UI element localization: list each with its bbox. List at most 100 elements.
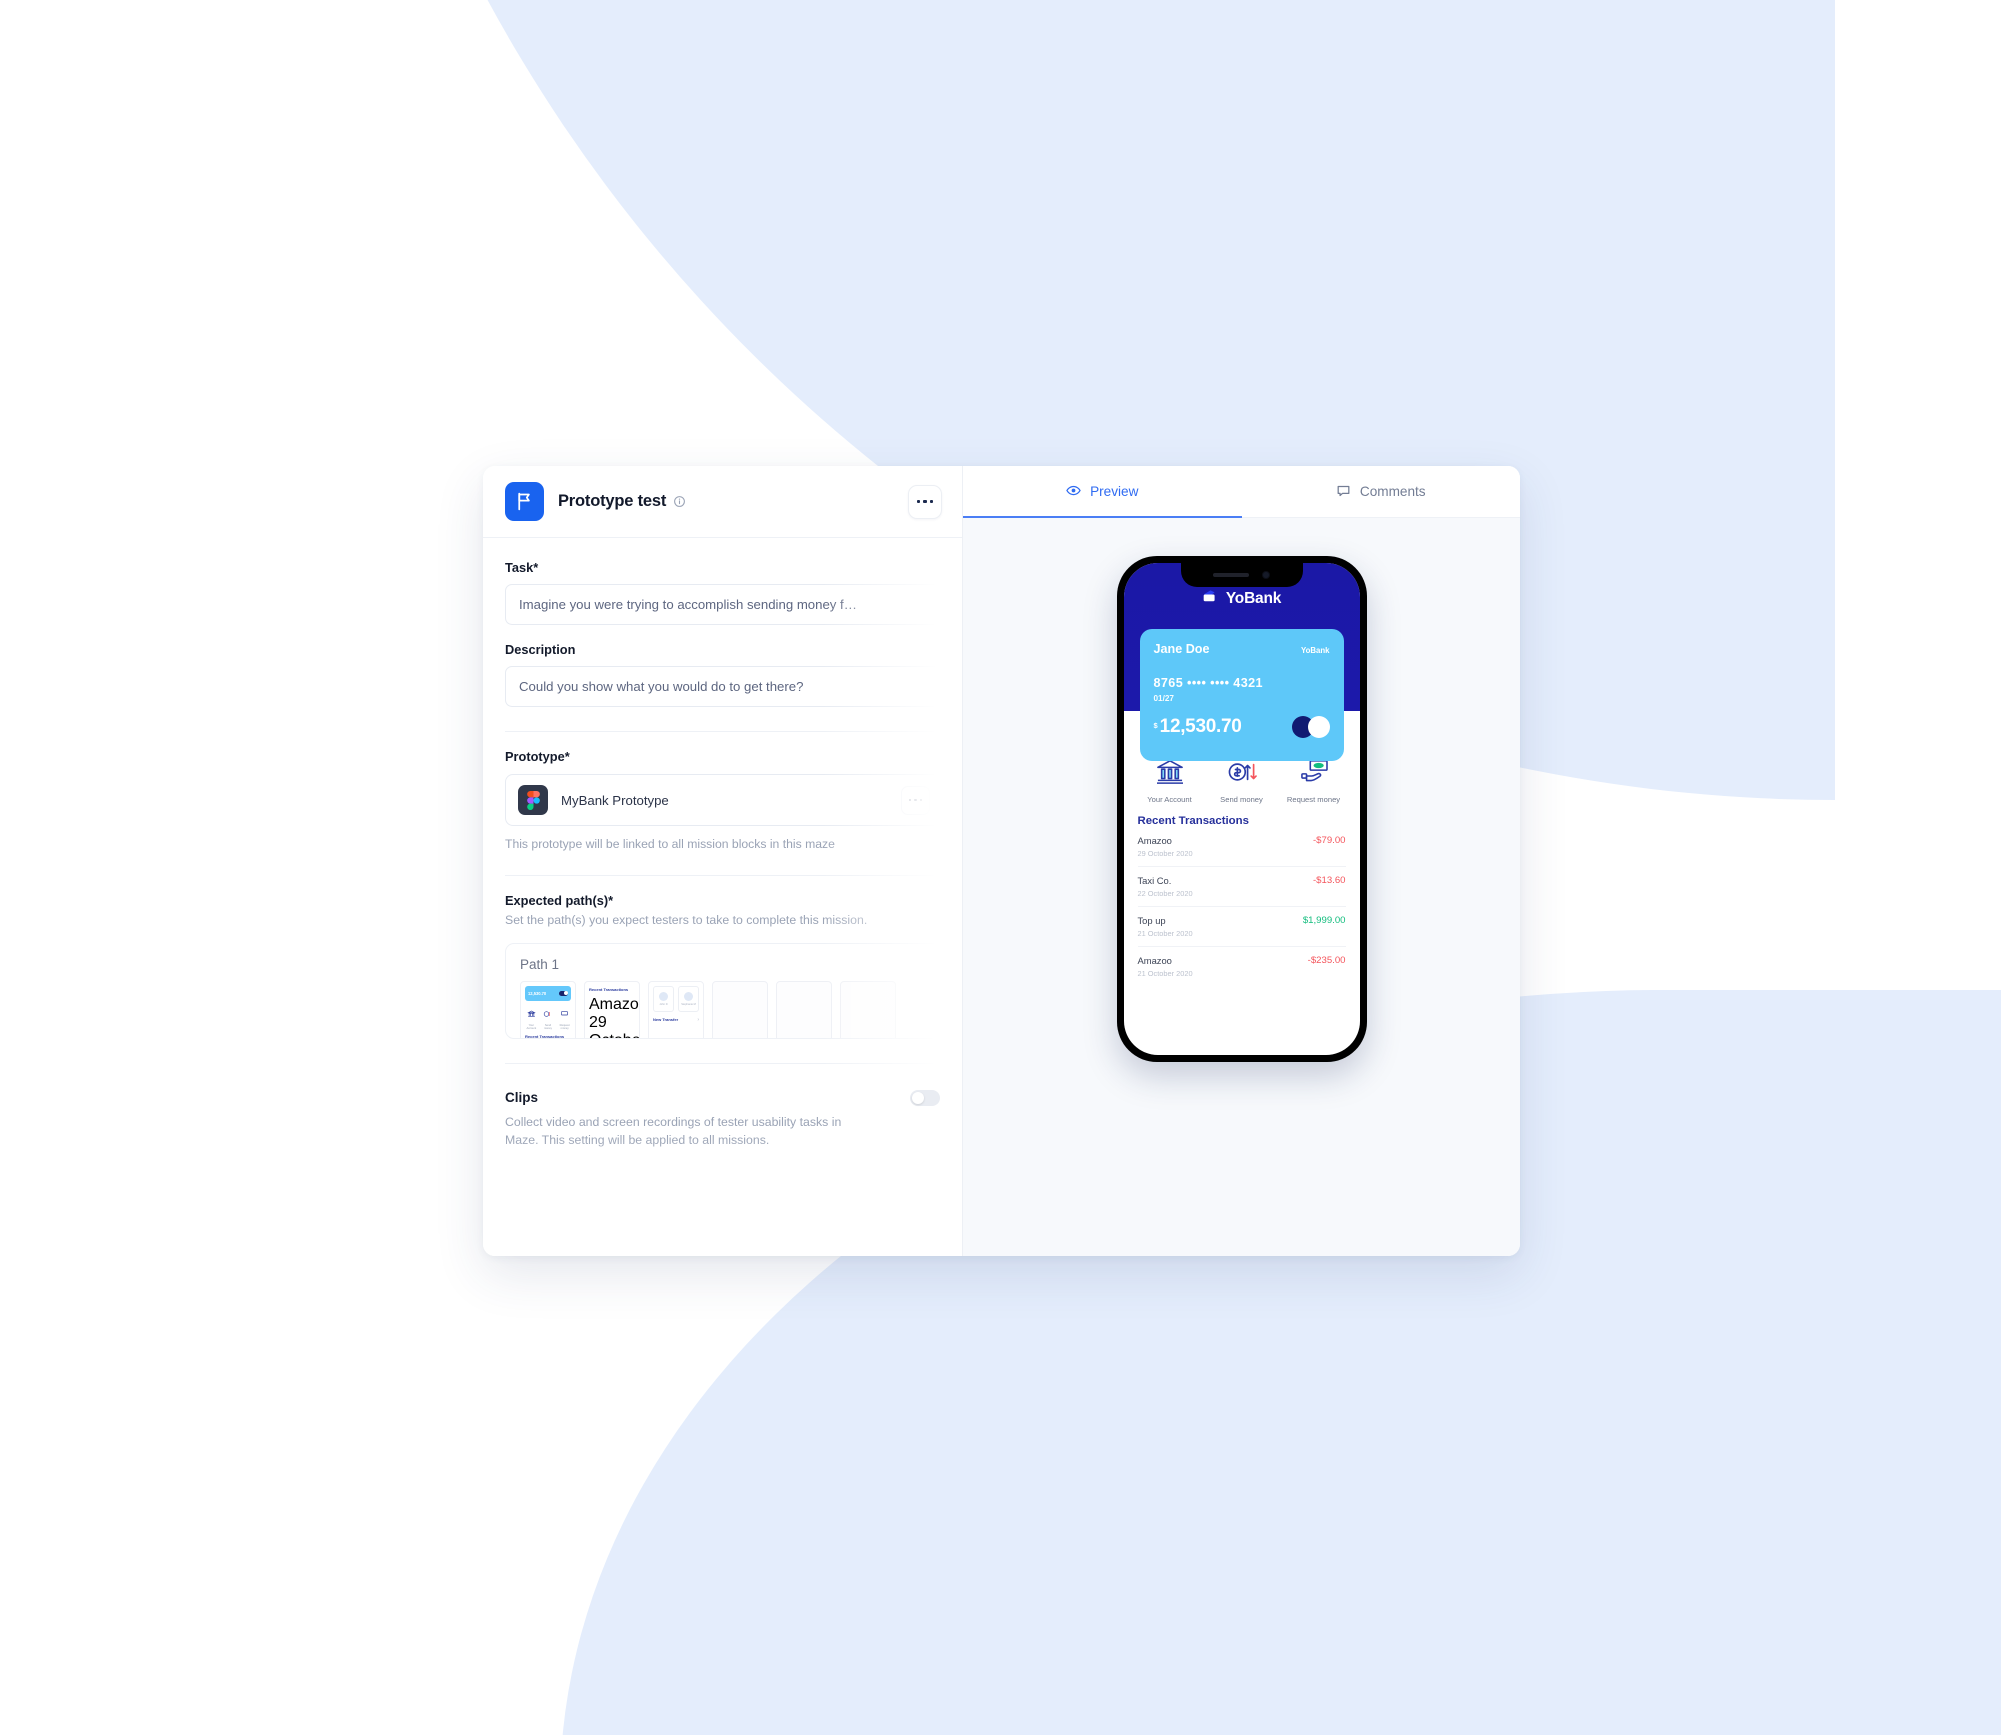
transaction-date: 22 October 2020 — [1137, 889, 1193, 898]
path-thumbnail-screen3[interactable]: John D Stephanie M New Transfer › — [648, 980, 704, 1038]
info-icon[interactable] — [673, 495, 686, 508]
dot — [923, 499, 927, 504]
mini-action-label: Send money — [543, 1023, 553, 1030]
divider — [505, 1062, 940, 1064]
prototype-test-window: Prototype test Task* Imagine you were tr… — [483, 466, 1520, 1256]
card-network-logo — [1291, 716, 1330, 738]
clips-description: Collect video and screen recordings of t… — [505, 1114, 842, 1148]
path-thumbnail-screen6[interactable] — [840, 980, 896, 1038]
clips-header: Clips — [505, 1089, 940, 1106]
request-money-icon — [1299, 760, 1329, 789]
path-card[interactable]: Path 1 12,530.70 Your Account Send money… — [505, 538, 962, 1150]
recent-transactions-title: Recent Transactions — [1137, 815, 1249, 827]
mini-balance-card: 12,530.70 — [525, 985, 571, 1001]
path-thumbnail-strip[interactable]: 12,530.70 Your Account Send money Reques… — [520, 980, 939, 1038]
mini-balance: 12,530.70 — [528, 990, 547, 996]
prototype-row[interactable]: MyBank Prototype — [505, 774, 940, 826]
prototype-label: Prototype* — [505, 749, 570, 764]
phone-screen: YoBank Jane Doe YoBank 8765 •••• •••• 43… — [1123, 563, 1360, 1055]
action-label: Send money — [1220, 795, 1263, 804]
speaker — [1213, 573, 1249, 577]
mini-action-request: Request money — [560, 1005, 570, 1030]
contact-name: John D — [659, 1002, 668, 1006]
bank-icon — [1155, 760, 1185, 789]
mini-actions: Your Account Send money Request money — [521, 1005, 575, 1030]
clips-toggle[interactable] — [910, 1089, 940, 1106]
send-money-icon — [543, 1005, 552, 1022]
dot — [919, 798, 923, 802]
mini-action-send: Send money — [543, 1005, 553, 1030]
send-money-icon — [1227, 763, 1257, 789]
app-brand: YoBank — [1124, 589, 1360, 609]
avatar — [684, 991, 693, 1001]
transaction-date: 21 October 2020 — [1137, 969, 1193, 978]
request-money-icon — [560, 1005, 569, 1022]
mini-card-logo — [559, 990, 568, 996]
prototype-name: MyBank Prototype — [561, 792, 669, 808]
path-title: Path 1 — [520, 956, 560, 972]
figma-icon — [518, 785, 548, 815]
preview-area: YoBank Jane Doe YoBank 8765 •••• •••• 43… — [963, 518, 1520, 1256]
mini-tx-row: Amazoo -$79.00 29 October 2020 — [589, 996, 639, 1038]
card-brand: YoBank — [1301, 646, 1330, 655]
contact-avatar: John D — [653, 985, 674, 1012]
front-camera — [1262, 571, 1270, 579]
description-label: Description — [505, 642, 576, 657]
transaction-row[interactable]: Amazoo 29 October 2020 -$79.00 — [1137, 827, 1346, 867]
transaction-row[interactable]: Taxi Co. 22 October 2020 -$13.60 — [1137, 867, 1346, 907]
comment-icon — [1336, 483, 1351, 501]
mini-tx-date: 29 October 2020 — [589, 1013, 639, 1038]
card-holder-name: Jane Doe — [1153, 642, 1210, 656]
prototype-more-button[interactable] — [901, 785, 930, 815]
transaction-date: 21 October 2020 — [1137, 929, 1193, 938]
panel-body: Task* Imagine you were trying to accompl… — [483, 538, 962, 1150]
expected-paths-sub: Set the path(s) you expect testers to ta… — [505, 913, 868, 927]
action-your-account[interactable]: Your Account — [1139, 759, 1201, 804]
transaction-amount: -$13.60 — [1312, 875, 1346, 886]
panel-header: Prototype test — [483, 466, 962, 538]
transaction-name: Taxi Co. — [1137, 875, 1172, 886]
mini-new-transfer: New Transfer › — [653, 1017, 703, 1023]
action-label: Your Account — [1147, 795, 1192, 804]
mission-settings-panel: Prototype test Task* Imagine you were tr… — [483, 466, 963, 1256]
transaction-amount: $1,999.00 — [1302, 915, 1346, 926]
action-request-money[interactable]: Request money — [1283, 759, 1345, 804]
wallet-icon — [1202, 589, 1219, 609]
path-thumbnail-screen4[interactable] — [712, 980, 768, 1038]
transaction-row[interactable]: Top up 21 October 2020 $1,999.00 — [1137, 907, 1346, 947]
phone-mockup: YoBank Jane Doe YoBank 8765 •••• •••• 43… — [1116, 556, 1367, 1062]
card-number: 8765 •••• •••• 4321 — [1153, 676, 1263, 690]
tab-comments[interactable]: Comments — [1242, 466, 1521, 517]
transaction-info: Taxi Co. 22 October 2020 — [1138, 875, 1193, 898]
dot — [908, 798, 912, 802]
logo-circle-right — [1307, 716, 1330, 738]
panel-bottom-fade — [483, 1136, 962, 1256]
prototype-hint: This prototype will be linked to all mis… — [505, 837, 835, 851]
currency-symbol: $ — [1153, 721, 1158, 730]
transaction-name: Top up — [1137, 915, 1166, 926]
path-thumbnail-screen5[interactable] — [776, 980, 832, 1038]
tab-preview-label: Preview — [1090, 484, 1139, 499]
dot — [917, 499, 921, 504]
transaction-row[interactable]: Amazoo 21 October 2020 -$235.00 — [1138, 947, 1346, 986]
recent-transactions-section: Recent Transactions Amazoo 29 October 20… — [1124, 804, 1360, 986]
mini-new-transfer-label: New Transfer — [653, 1017, 679, 1023]
transaction-name: Amazoo — [1137, 835, 1172, 846]
task-input[interactable]: Imagine you were trying to accomplish se… — [505, 584, 940, 625]
dot — [929, 499, 933, 504]
tab-preview[interactable]: Preview — [963, 466, 1242, 518]
bank-card[interactable]: Jane Doe YoBank 8765 •••• •••• 4321 01/2… — [1139, 629, 1344, 761]
card-top-row: Jane Doe YoBank — [1154, 642, 1330, 656]
path-thumbnail-screen1[interactable]: 12,530.70 Your Account Send money Reques… — [520, 980, 576, 1038]
description-input[interactable]: Could you show what you would do to get … — [505, 666, 940, 707]
card-expiry: 01/27 — [1153, 694, 1175, 703]
phone-notch — [1180, 563, 1303, 587]
path-thumbnail-screen2[interactable]: Recent Transactions Amazoo -$79.00 29 Oc… — [584, 980, 640, 1038]
mini-tx-title: Recent Transactions — [589, 986, 629, 992]
panel-more-button[interactable] — [908, 484, 942, 519]
transaction-info: Amazoo 21 October 2020 — [1138, 955, 1193, 978]
transaction-name: Amazoo — [1137, 955, 1172, 966]
action-send-money[interactable]: Send money — [1211, 759, 1273, 804]
tab-comments-label: Comments — [1359, 484, 1426, 499]
preview-panel: Preview Comments YoBank Jane Doe YoBank … — [963, 466, 1520, 1256]
